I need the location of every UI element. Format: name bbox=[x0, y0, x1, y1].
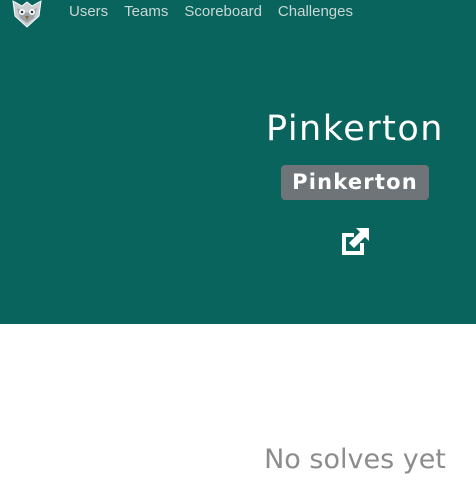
nav-challenges-link[interactable]: Challenges bbox=[278, 3, 353, 21]
ctfd-owl-logo-icon[interactable] bbox=[10, 0, 44, 28]
nav-users-link[interactable]: Users bbox=[69, 3, 108, 21]
team-badge: Pinkerton bbox=[281, 165, 429, 200]
solves-section: No solves yet bbox=[0, 324, 476, 493]
no-solves-message: No solves yet bbox=[264, 444, 446, 475]
external-link-icon[interactable] bbox=[338, 225, 372, 259]
nav-teams-link[interactable]: Teams bbox=[124, 3, 168, 21]
nav-scoreboard-link[interactable]: Scoreboard bbox=[184, 3, 262, 21]
main-nav: Users Teams Scoreboard Challenges bbox=[69, 3, 353, 21]
navbar: Users Teams Scoreboard Challenges bbox=[0, 0, 476, 32]
team-title: Pinkerton bbox=[265, 109, 444, 149]
team-header: Pinkerton Pinkerton bbox=[0, 32, 476, 324]
